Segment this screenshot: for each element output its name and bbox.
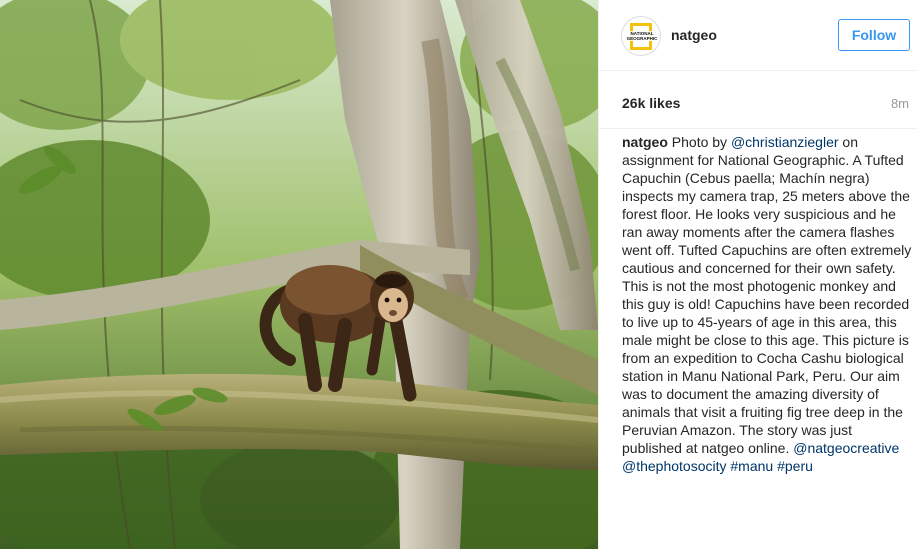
mention-christianziegler[interactable]: @christianziegler [731,134,839,150]
hashtag-manu[interactable]: #manu [730,458,773,474]
post-caption: natgeo Photo by @christianziegler on ass… [622,133,912,475]
post-stats: 26k likes 8m [599,71,917,129]
avatar-logo-text: NATIONAL GEOGRAPHIC [622,31,660,41]
mention-natgeocreative[interactable]: @natgeocreative [793,440,899,456]
caption-author[interactable]: natgeo [622,134,668,150]
follow-button[interactable]: Follow [838,19,910,51]
monkey-photo-image [0,0,598,549]
username[interactable]: natgeo [671,27,717,43]
post-details-panel: NATIONAL GEOGRAPHIC natgeo Follow 26k li… [598,0,917,549]
post-time[interactable]: 8m [891,96,909,111]
avatar[interactable]: NATIONAL GEOGRAPHIC [621,16,661,56]
hashtag-peru[interactable]: #peru [777,458,813,474]
likes-count[interactable]: 26k likes [622,95,680,111]
post-photo[interactable] [0,0,598,549]
mention-thephotosocity[interactable]: @thephotosocity [622,458,727,474]
caption-text-1: Photo by [667,134,731,150]
caption-text-2: on assignment for National Geographic. A… [622,134,912,456]
post-header: NATIONAL GEOGRAPHIC natgeo Follow [599,0,917,71]
